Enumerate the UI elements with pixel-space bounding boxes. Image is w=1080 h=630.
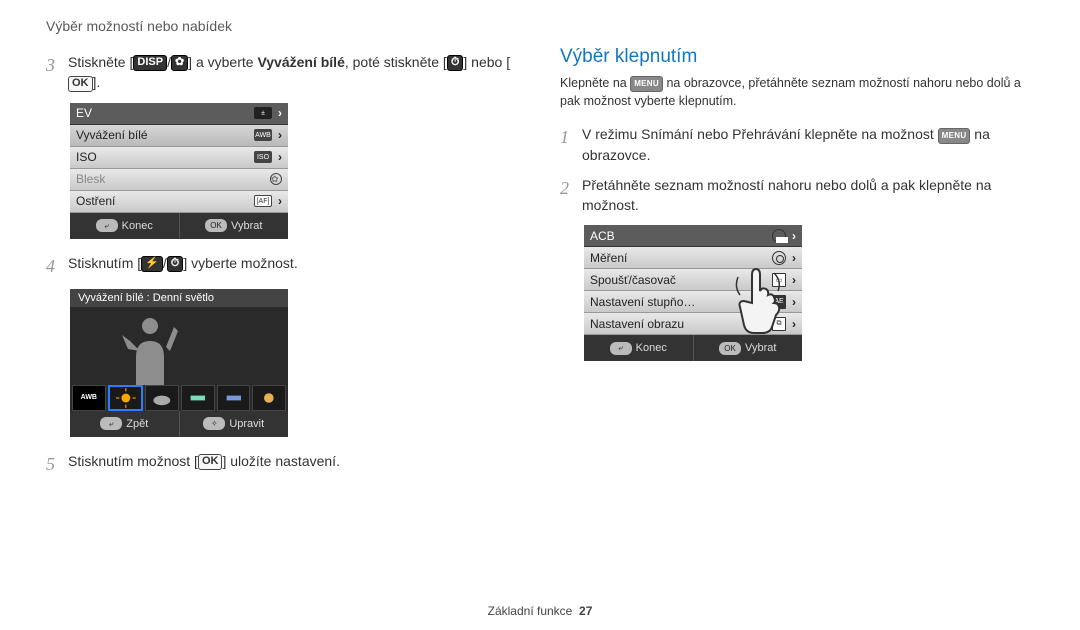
- menu-label: Vyvážení bílé: [76, 128, 148, 142]
- wb-option-daylight: [108, 385, 144, 411]
- footer-back: ⤶Konec: [70, 213, 180, 239]
- awb-icon: AWB: [254, 129, 272, 141]
- menu-button-icon: MENU: [630, 76, 663, 92]
- menu-button-icon: MENU: [938, 128, 971, 144]
- step3-text-pre: Stiskněte [: [68, 54, 133, 70]
- camera-menu-screenshot: EV ±› Vyvážení bílé AWB› ISO ISO› Blesk …: [70, 103, 288, 239]
- step-1: 1 V režimu Snímání nebo Přehrávání klepn…: [560, 124, 1034, 165]
- touch-hand-icon: [732, 267, 792, 337]
- wb-option-tungsten: [252, 385, 286, 411]
- menu-label: Nastavení stupňo…: [590, 295, 695, 309]
- menu-label: Blesk: [76, 172, 105, 186]
- section-description: Klepněte na MENU na obrazovce, přetáhnět…: [560, 74, 1034, 110]
- person-silhouette: [120, 313, 180, 385]
- menu-label: ACB: [590, 229, 615, 243]
- menu-row-metering: Měření ›: [584, 247, 802, 269]
- self-timer-icon: ⏱: [167, 256, 184, 272]
- menu-row-wb: Vyvážení bílé AWB ›: [70, 125, 288, 147]
- step-4: 4 Stisknutím [⚡/⏱] vyberte možnost.: [46, 253, 520, 279]
- self-timer-icon: ⏱: [447, 55, 464, 71]
- menu-row-ev: EV ± ›: [70, 103, 288, 125]
- menu-label: Nastavení obrazu: [590, 317, 684, 331]
- ok-key: OK: [68, 76, 93, 92]
- disp-key: DISP: [133, 55, 167, 71]
- ok-icon: OK: [719, 342, 741, 355]
- step-2: 2 Přetáhněte seznam možností nahoru nebo…: [560, 175, 1034, 216]
- macro-flower-icon: ✿: [171, 55, 188, 71]
- menu-label: Měření: [590, 251, 627, 265]
- wb-option-fluorescent-h: [181, 385, 215, 411]
- wb-title: Vyvážení bílé : Denní světlo: [70, 289, 288, 307]
- menu-row-iso: ISO ISO ›: [70, 147, 288, 169]
- back-icon: ⤶: [100, 417, 122, 430]
- step-3: 3 Stiskněte [DISP/✿] a vyberte Vyvážení …: [46, 52, 520, 93]
- wb-option-awb: AWB: [72, 385, 106, 411]
- step-number: 1: [560, 124, 574, 165]
- page-footer: Základní funkce 27: [0, 604, 1080, 618]
- ok-key: OK: [198, 454, 223, 470]
- wb-preview-screenshot: Vyvážení bílé : Denní světlo AWB ⤶Zpět: [70, 289, 288, 437]
- menu-label: Spoušť/časovač: [590, 273, 676, 287]
- ok-icon: OK: [205, 219, 227, 232]
- menu-row-acb: ACB ›: [584, 225, 802, 247]
- footer-back: ⤶Konec: [584, 335, 694, 361]
- iso-auto-icon: ISO: [254, 151, 272, 163]
- chevron-right-icon: ›: [278, 194, 282, 208]
- chevron-right-icon: ›: [792, 317, 796, 331]
- ev-icon: ±: [254, 107, 272, 119]
- step-number: 5: [46, 451, 60, 477]
- flash-icon: ⚡: [141, 256, 163, 272]
- af-icon: [AF]: [254, 195, 272, 207]
- chevron-right-icon: ›: [278, 150, 282, 164]
- chevron-right-icon: ›: [278, 128, 282, 142]
- chevron-right-icon: ›: [792, 251, 796, 265]
- chevron-right-icon: ›: [792, 295, 796, 309]
- breadcrumb: Výběr možností nebo nabídek: [46, 18, 1034, 34]
- step-number: 4: [46, 253, 60, 279]
- footer-select: OKVybrat: [694, 335, 803, 361]
- adjust-icon: ✧: [203, 417, 225, 430]
- option-name: Vyvážení bílé: [257, 54, 344, 70]
- step-number: 2: [560, 175, 574, 216]
- section-heading: Výběr klepnutím: [560, 46, 1034, 68]
- wb-option-cloudy: [145, 385, 179, 411]
- menu-row-focus: Ostření [AF] ›: [70, 191, 288, 213]
- footer-select: OKVybrat: [180, 213, 289, 239]
- wb-option-fluorescent-l: [217, 385, 251, 411]
- touch-menu-screenshot: ACB › Měření › Spoušť/časovač ▭› Nastave…: [584, 225, 802, 361]
- footer-back: ⤶Zpět: [70, 411, 180, 437]
- acb-off-icon: [772, 229, 786, 243]
- back-icon: ⤶: [96, 219, 118, 232]
- menu-label: EV: [76, 106, 92, 120]
- no-flash-icon: [270, 173, 282, 185]
- footer-edit: ✧Upravit: [180, 411, 289, 437]
- step-5: 5 Stisknutím možnost [OK] uložíte nastav…: [46, 451, 520, 477]
- menu-label: ISO: [76, 150, 97, 164]
- menu-row-flash: Blesk: [70, 169, 288, 191]
- back-icon: ⤶: [610, 342, 632, 355]
- metering-icon: [772, 251, 786, 265]
- chevron-right-icon: ›: [792, 229, 796, 243]
- chevron-right-icon: ›: [278, 106, 282, 120]
- step-number: 3: [46, 52, 60, 93]
- chevron-right-icon: ›: [792, 273, 796, 287]
- menu-label: Ostření: [76, 194, 115, 208]
